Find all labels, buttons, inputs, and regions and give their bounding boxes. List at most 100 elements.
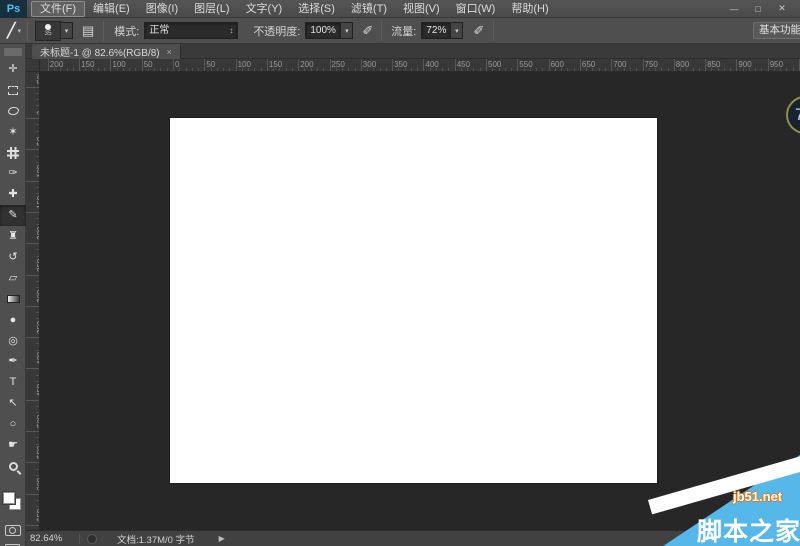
watermark-site-name: 脚本之家 — [697, 512, 800, 546]
toggle-brush-panel-icon[interactable]: ▤ — [82, 23, 94, 39]
menu-item-视图(V)[interactable]: 视图(V) — [395, 1, 448, 17]
menu-item-编辑(E)[interactable]: 编辑(E) — [85, 1, 138, 17]
ruler-label: 550 — [519, 60, 532, 69]
maximize-button[interactable]: □ — [746, 1, 770, 16]
ruler-minor-tick — [36, 475, 39, 476]
type-tool-icon: T — [10, 377, 17, 388]
tool-preset-dropdown-icon[interactable]: ▾ — [17, 27, 21, 35]
quick-mask-button[interactable] — [5, 525, 21, 536]
options-bar: ╱ ▾ 35 ▾ ▤ 模式: 正常 ↕ 不透明度: 100% ▾ ✐ 流量: 7… — [0, 18, 800, 44]
ruler-minor-tick — [661, 68, 662, 71]
eyedropper-tool[interactable]: ✑ — [0, 163, 26, 184]
crop-tool[interactable] — [0, 143, 26, 164]
ruler-tick — [26, 243, 40, 244]
ruler-minor-tick — [417, 68, 418, 71]
menu-item-文件(F)[interactable]: 文件(F) — [31, 1, 85, 17]
ruler-tick — [26, 118, 40, 119]
grip-icon — [4, 48, 22, 56]
document-tab[interactable]: 未标题-1 @ 82.6%(RGB/8) × — [32, 44, 181, 59]
ruler-label: 800 — [676, 60, 689, 69]
ruler-minor-tick — [36, 105, 39, 106]
brush-preset-picker[interactable]: 35 — [35, 21, 61, 41]
ruler-label: 150 — [269, 60, 282, 69]
updown-icon: ↕ — [229, 23, 233, 38]
pen-pressure-opacity-icon[interactable]: ✐ — [362, 23, 373, 39]
status-expand-icon[interactable]: ▶ — [219, 534, 225, 543]
workspace-switcher-button[interactable]: 基本功能 — [753, 22, 800, 39]
flow-dropdown[interactable]: ▾ — [451, 22, 463, 39]
ruler-minor-tick — [599, 68, 600, 71]
tab-close-icon[interactable]: × — [167, 47, 172, 57]
magic-wand-tool[interactable]: ✶ — [0, 122, 26, 143]
history-brush-tool[interactable]: ↺ — [0, 247, 26, 268]
ruler-minor-tick — [355, 68, 356, 71]
zoom-tool[interactable] — [0, 456, 26, 477]
menu-item-文字(Y)[interactable]: 文字(Y) — [238, 1, 291, 17]
separator — [103, 21, 104, 41]
opacity-dropdown[interactable]: ▾ — [341, 22, 353, 39]
ruler-origin-corner[interactable] — [26, 59, 40, 72]
ruler-tick — [48, 59, 49, 72]
eyedropper-tool-icon: ✑ — [8, 168, 17, 179]
airbrush-icon[interactable]: ✐ — [473, 23, 484, 39]
vertical-ruler[interactable]: 1005005010015020025030035040045050055060… — [26, 72, 40, 530]
ruler-label: 750 — [645, 60, 658, 69]
ruler-minor-tick — [36, 312, 39, 313]
zoom-percentage-field[interactable]: 82.64% — [30, 533, 72, 544]
history-brush-tool-icon: ↺ — [8, 252, 17, 263]
dodge-tool[interactable]: ◎ — [0, 331, 26, 352]
menu-item-图像(I)[interactable]: 图像(I) — [138, 1, 186, 17]
ruler-tick — [26, 462, 40, 463]
ruler-tick — [26, 212, 40, 213]
menu-item-图层(L)[interactable]: 图层(L) — [186, 1, 237, 17]
menu-item-帮助(H)[interactable]: 帮助(H) — [503, 1, 556, 17]
flow-field[interactable]: 72% — [421, 22, 451, 39]
ruler-minor-tick — [536, 68, 537, 71]
horizontal-ruler[interactable]: 2001501005005010015020025030035040045050… — [40, 59, 800, 72]
blur-tool[interactable]: ● — [0, 310, 26, 331]
gradient-tool[interactable] — [0, 289, 26, 310]
blend-mode-select[interactable]: 正常 ↕ — [144, 22, 238, 39]
ruler-label: 250 — [332, 60, 345, 69]
dodge-tool-icon: ◎ — [8, 336, 18, 347]
healing-brush-tool[interactable]: ✚ — [0, 184, 26, 205]
brush-tool-preview-icon[interactable]: ╱ — [7, 22, 15, 39]
hand-tool[interactable]: ☛ — [0, 435, 26, 456]
ruler-minor-tick — [724, 68, 725, 71]
mode-label: 模式: — [114, 23, 139, 39]
menu-item-选择(S)[interactable]: 选择(S) — [290, 1, 343, 17]
menu-item-窗口(W)[interactable]: 窗口(W) — [448, 1, 504, 17]
eraser-tool[interactable]: ▱ — [0, 268, 26, 289]
ruler-minor-tick — [36, 318, 39, 319]
move-tool[interactable]: ✛ — [0, 59, 26, 80]
pen-tool[interactable]: ✒ — [0, 351, 26, 372]
ruler-minor-tick — [511, 68, 512, 71]
toolbox-collapse-handle[interactable] — [0, 44, 25, 59]
marquee-tool-icon — [8, 86, 18, 95]
close-button[interactable]: ✕ — [770, 1, 794, 16]
marquee-tool[interactable] — [0, 80, 26, 101]
foreground-color-swatch[interactable] — [3, 492, 15, 504]
zoom-tool-icon — [9, 462, 18, 471]
type-tool[interactable]: T — [0, 372, 26, 393]
ruler-tick — [173, 59, 174, 72]
minimize-button[interactable]: — — [722, 1, 746, 16]
clone-stamp-tool[interactable]: ♜ — [0, 226, 26, 247]
brush-tool[interactable]: ✎ — [0, 205, 26, 226]
ruler-minor-tick — [36, 375, 39, 376]
menu-item-滤镜(T)[interactable]: 滤镜(T) — [343, 1, 395, 17]
ruler-minor-tick — [73, 68, 74, 71]
opacity-field[interactable]: 100% — [305, 22, 341, 39]
ellipse-tool[interactable]: ○ — [0, 414, 26, 435]
lasso-tool[interactable] — [0, 101, 26, 122]
ruler-tick — [455, 59, 456, 72]
brush-preset-dropdown[interactable]: ▾ — [61, 22, 73, 39]
ruler-tick — [486, 59, 487, 72]
menu-bar: 文件(F)编辑(E)图像(I)图层(L)文字(Y)选择(S)滤镜(T)视图(V)… — [31, 1, 557, 17]
document-tab-title: 未标题-1 @ 82.6%(RGB/8) — [40, 44, 160, 59]
canvas[interactable] — [170, 118, 657, 483]
ruler-minor-tick — [730, 68, 731, 71]
ruler-minor-tick — [36, 281, 39, 282]
path-selection-tool[interactable]: ↖ — [0, 393, 26, 414]
healing-brush-tool-icon: ✚ — [8, 189, 17, 200]
